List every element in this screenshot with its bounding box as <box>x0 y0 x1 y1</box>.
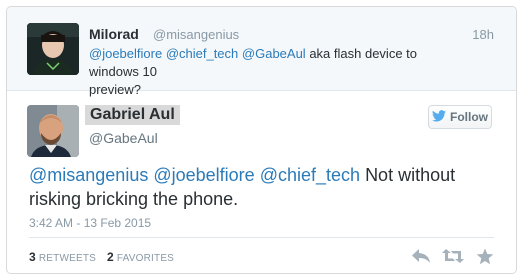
mention-link[interactable]: @chief_tech <box>260 165 360 185</box>
tweet-text-line2: risking bricking the phone. <box>29 189 239 209</box>
tweet-stats: 3 RETWEETS 2 FAVORITES <box>29 250 182 264</box>
author-handle[interactable]: @GabeAul <box>89 130 158 146</box>
parent-author-handle[interactable]: @misangenius <box>153 27 239 42</box>
follow-button-label: Follow <box>450 110 488 124</box>
retweet-icon[interactable] <box>442 245 464 267</box>
favorite-icon[interactable] <box>474 245 496 267</box>
author-name[interactable]: Gabriel Aul <box>85 105 180 125</box>
parent-tweet-text: @joebelfiore @chief_tech @GabeAul aka fl… <box>89 45 449 99</box>
parent-tweet-text-line2: preview? <box>89 82 142 97</box>
parent-tweet[interactable]: Milorad @misangenius 18h @joebelfiore @c… <box>7 7 516 97</box>
twitter-bird-icon <box>432 109 446 125</box>
mention-link[interactable]: @misangenius <box>29 165 148 185</box>
retweets-count: 3 <box>29 250 36 264</box>
mention-link[interactable]: @joebelfiore <box>89 46 162 61</box>
parent-tweet-time[interactable]: 18h <box>472 27 494 42</box>
tweet-text: @misangenius @joebelfiore @chief_tech No… <box>29 163 499 211</box>
tweet-text-rest: Not without <box>365 165 456 185</box>
favorites-count: 2 <box>107 250 114 264</box>
follow-button[interactable]: Follow <box>428 105 492 129</box>
parent-avatar[interactable] <box>27 23 79 75</box>
reply-icon[interactable] <box>410 245 432 267</box>
favorites-stat[interactable]: 2 FAVORITES <box>107 250 175 264</box>
retweets-label: RETWEETS <box>38 253 97 264</box>
retweets-stat[interactable]: 3 RETWEETS <box>29 250 99 264</box>
divider <box>29 237 494 238</box>
author-avatar[interactable] <box>27 105 79 157</box>
mention-link[interactable]: @GabeAul <box>242 46 306 61</box>
mention-link[interactable]: @chief_tech <box>166 46 238 61</box>
mention-link[interactable]: @joebelfiore <box>153 165 254 185</box>
tweet-timestamp[interactable]: 3:42 AM - 13 Feb 2015 <box>29 216 151 230</box>
tweet-actions <box>410 245 496 267</box>
parent-author-name[interactable]: Milorad <box>89 26 139 42</box>
embedded-tweet-card: Milorad @misangenius 18h @joebelfiore @c… <box>6 6 517 274</box>
favorites-label: FAVORITES <box>116 253 175 264</box>
